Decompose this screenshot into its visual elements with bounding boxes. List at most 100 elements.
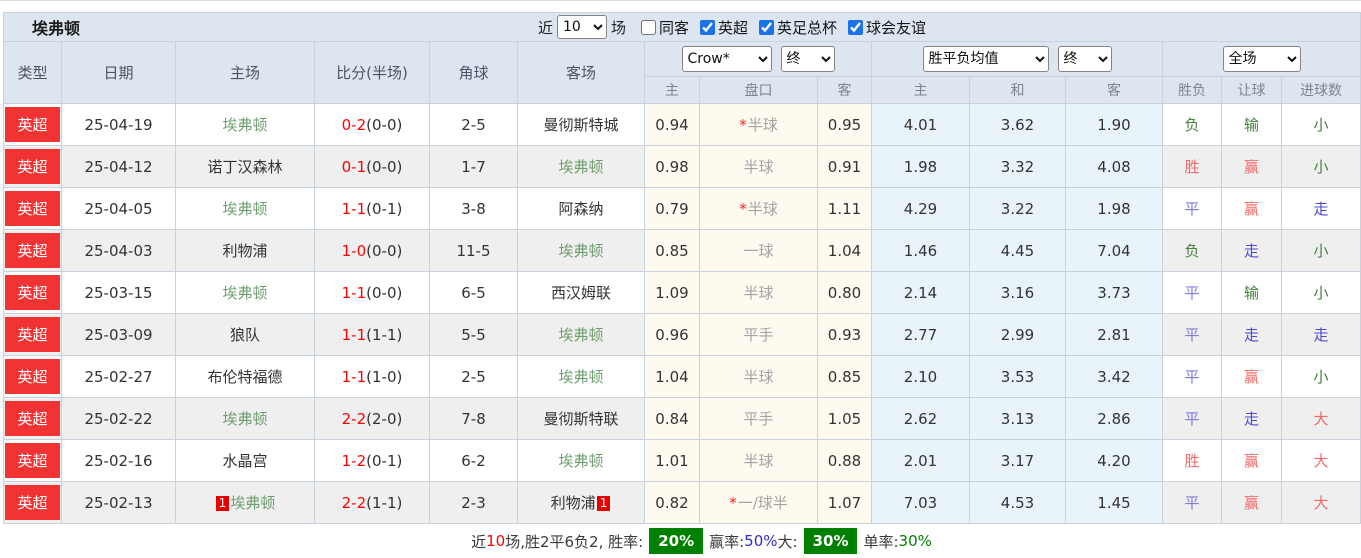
near-count-select[interactable]: 10: [556, 15, 607, 39]
handicap-name: 半球: [743, 284, 774, 302]
handicap-cell: *半球: [699, 187, 818, 230]
avg-away-odds-cell: 3.42: [1065, 355, 1163, 398]
away-team-cell: 埃弗顿: [517, 145, 645, 188]
team-name: 阿森纳: [558, 200, 604, 218]
corners-cell: 2-3: [429, 481, 518, 524]
handicap-name: 一/球半: [737, 494, 788, 512]
filter-checkbox[interactable]: [641, 19, 656, 35]
score-cell: 1-1(1-0): [314, 355, 430, 398]
avg-odds-select[interactable]: 胜平负均值: [922, 46, 1049, 72]
toolbar: 近 10 场 同客 英超 英足总杯 球会友谊: [534, 15, 926, 39]
let-ball-result-cell: 输: [1221, 103, 1282, 146]
avg-away-odds-cell: 7.04: [1065, 229, 1163, 272]
asian-home-odds-cell: 0.82: [644, 481, 700, 524]
date-cell: 25-03-09: [61, 313, 176, 356]
result-scope-select[interactable]: 全场: [1222, 46, 1301, 72]
col-header-date: 日期: [61, 41, 176, 104]
table-row: 英超 25-02-27 布伦特福德 1-1(1-0) 2-5 埃弗顿 1.04 半球 0.85 2…: [3, 355, 1361, 398]
avg-draw-odds-cell: 3.32: [969, 145, 1066, 188]
avg-home-odds-cell: 4.01: [871, 103, 970, 146]
table-row: 英超 25-04-12 诺丁汉森林 0-1(0-0) 1-7 埃弗顿 0.98 半球 0.91 1…: [3, 145, 1361, 188]
table-row: 英超 25-02-13 1 埃弗顿 2-2(1-1) 2-3 利物浦 1 0.82 *一/球半 1.…: [3, 481, 1361, 524]
title-bar: 埃弗顿 近 10 场 同客 英超 英足总杯 球会友谊: [2, 12, 1361, 42]
league-cell: 英超: [3, 355, 62, 398]
team-name: 曼彻斯特城: [543, 116, 619, 134]
league-badge: 英超: [5, 233, 60, 268]
red-card-badge: 1: [596, 496, 611, 511]
league-cell: 英超: [3, 145, 62, 188]
league-cell: 英超: [3, 397, 62, 440]
away-team-cell: 埃弗顿: [517, 229, 645, 272]
asian-home-odds-cell: 1.09: [644, 271, 700, 314]
summary-handicap-rate-label: 赢率:: [709, 532, 745, 551]
sub-col-avg-away: 客: [1065, 76, 1163, 104]
date-cell: 25-02-27: [61, 355, 176, 398]
asian-home-odds-cell: 1.04: [644, 355, 700, 398]
goals-result-cell: 大: [1280, 397, 1361, 440]
league-badge: 英超: [5, 401, 60, 436]
avg-away-odds-cell: 2.86: [1065, 397, 1163, 440]
corners-cell: 6-5: [429, 271, 518, 314]
away-team-cell: 阿森纳: [517, 187, 645, 230]
sub-col-asian-home: 主: [644, 76, 700, 104]
home-team-cell: 水晶宫: [175, 439, 315, 482]
summary-win-rate-badge: 20%: [649, 528, 704, 554]
away-team-cell: 曼彻斯特城: [517, 103, 645, 146]
let-ball-result-cell: 走: [1221, 397, 1282, 440]
avg-time-select[interactable]: 终: [1057, 46, 1112, 72]
sub-col-let-ball: 让球: [1221, 76, 1282, 104]
avg-home-odds-cell: 4.29: [871, 187, 970, 230]
let-ball-result-cell: 赢: [1221, 145, 1282, 188]
let-ball-result-cell: 赢: [1221, 439, 1282, 482]
team-name: 埃弗顿: [222, 410, 268, 428]
sub-col-asian-away: 客: [817, 76, 872, 104]
handicap-cell: 半球: [699, 355, 818, 398]
avg-away-odds-cell: 3.73: [1065, 271, 1163, 314]
outcome-cell: 平: [1162, 187, 1222, 230]
avg-home-odds-cell: 7.03: [871, 481, 970, 524]
league-badge: 英超: [5, 359, 60, 394]
col-header-away: 客场: [517, 41, 645, 104]
table-row: 英超 25-04-03 利物浦 1-0(0-0) 11-5 埃弗顿 0.85 一球 1.04 1.…: [3, 229, 1361, 272]
league-badge: 英超: [5, 275, 60, 310]
half-time-score: (0-0): [366, 283, 403, 302]
summary-single-rate-value: 30%: [898, 532, 932, 550]
avg-home-odds-cell: 2.14: [871, 271, 970, 314]
filter-checkbox[interactable]: [700, 19, 716, 35]
score-cell: 1-1(0-1): [314, 187, 430, 230]
date-cell: 25-02-16: [61, 439, 176, 482]
odds-company-select[interactable]: Crow*: [681, 46, 772, 72]
handicap-cell: 平手: [699, 313, 818, 356]
sub-col-avg-home: 主: [871, 76, 970, 104]
score-cell: 0-1(0-0): [314, 145, 430, 188]
summary-big-goals-label: 大:: [777, 532, 798, 551]
asian-away-odds-cell: 1.05: [817, 397, 872, 440]
asian-home-odds-cell: 0.96: [644, 313, 700, 356]
corners-cell: 6-2: [429, 439, 518, 482]
score-cell: 0-2(0-0): [314, 103, 430, 146]
goals-result-cell: 大: [1280, 439, 1361, 482]
league-cell: 英超: [3, 103, 62, 146]
handicap-cell: *半球: [699, 103, 818, 146]
avg-draw-odds-cell: 2.99: [969, 313, 1066, 356]
filter-checkbox[interactable]: [848, 19, 864, 35]
filter-checkbox-label: 球会友谊: [837, 17, 926, 38]
asian-away-odds-cell: 1.11: [817, 187, 872, 230]
home-team-cell: 埃弗顿: [175, 271, 315, 314]
filter-label: 球会友谊: [866, 18, 927, 37]
filter-checkbox[interactable]: [759, 19, 775, 35]
outcome-cell: 胜: [1162, 439, 1222, 482]
filter-label: 英足总杯: [777, 18, 838, 37]
corners-cell: 2-5: [429, 355, 518, 398]
outcome-cell: 负: [1162, 103, 1222, 146]
summary-bar: 近 10 场,胜2平6负2, 胜率: 20% 赢率: 50% 大: 30% 单率: 30%: [23, 524, 1361, 558]
summary-handicap-rate-value: 50%: [744, 532, 778, 550]
team-name: 布伦特福德: [207, 368, 283, 386]
asian-home-odds-cell: 0.84: [644, 397, 700, 440]
handicap-name: 半球: [743, 158, 774, 176]
full-time-score: 2-2: [341, 409, 367, 428]
odds-time-select[interactable]: 终: [780, 46, 835, 72]
away-team-cell: 埃弗顿: [517, 355, 645, 398]
avg-away-odds-cell: 2.81: [1065, 313, 1163, 356]
asian-home-odds-cell: 0.98: [644, 145, 700, 188]
